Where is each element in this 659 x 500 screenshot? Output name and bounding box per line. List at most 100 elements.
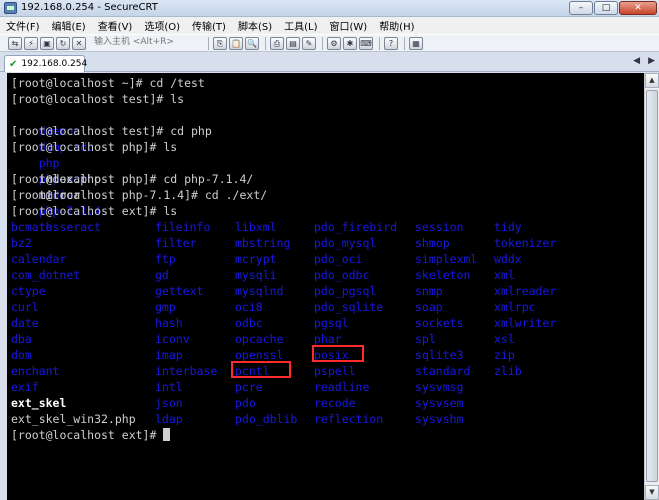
ext-entry: date bbox=[11, 316, 39, 330]
ext-entry: interbase bbox=[155, 364, 218, 378]
ext-entry: pgsql bbox=[314, 316, 349, 330]
ext-entry: ctype bbox=[11, 284, 46, 298]
ext-entry: exif bbox=[11, 380, 39, 394]
ext-entry: tokenizer bbox=[494, 236, 557, 250]
menu-transfer[interactable]: 传输(T) bbox=[192, 18, 226, 33]
ext-entry: filter bbox=[155, 236, 197, 250]
scroll-down-icon[interactable]: ▼ bbox=[645, 485, 659, 500]
ext-entry: readline bbox=[314, 380, 370, 394]
toolbar-separator bbox=[208, 36, 209, 50]
tab-scroll-right-icon[interactable]: ▶ bbox=[648, 56, 655, 66]
scroll-up-icon[interactable]: ▲ bbox=[645, 73, 659, 88]
menu-options[interactable]: 选项(O) bbox=[144, 18, 180, 33]
ext-entry: hash bbox=[155, 316, 183, 330]
terminal-screen[interactable]: [root@localhost ~]# cd /test [root@local… bbox=[7, 73, 644, 500]
terminal-prompt: [root@localhost ext]# bbox=[11, 427, 171, 443]
ext-entry: oci8 bbox=[235, 300, 263, 314]
toolbar-separator bbox=[379, 36, 380, 50]
ext-entry: tidy bbox=[494, 220, 522, 234]
copy-icon[interactable]: ⎘ bbox=[213, 36, 227, 50]
ext-entry: intl bbox=[155, 380, 183, 394]
toolbar: ⇆ ⚡ ▣ ↻ ✕ 输入主机 <Alt+R> ⎘ 📋 🔍 ⎙ ▤ ✎ ⚙ ✱ ⌨… bbox=[0, 34, 659, 52]
text-cursor bbox=[163, 428, 171, 441]
ext-entry: libxml bbox=[235, 220, 277, 234]
terminal-line: [root@localhost test]# cd php bbox=[11, 124, 212, 138]
menu-file[interactable]: 文件(F) bbox=[6, 18, 40, 33]
connected-check-icon: ✔ bbox=[9, 58, 18, 70]
host-input[interactable]: 输入主机 <Alt+R> bbox=[92, 36, 200, 50]
global-options-icon[interactable]: ✱ bbox=[343, 36, 357, 50]
ext-entry: json bbox=[155, 396, 183, 410]
ext-entry: enchant bbox=[11, 364, 60, 378]
ext-entry: xmlreader bbox=[494, 284, 557, 298]
ext-entry: opcache bbox=[235, 332, 284, 346]
menu-script[interactable]: 脚本(S) bbox=[238, 18, 272, 33]
ext-entry: sockets bbox=[415, 316, 464, 330]
ext-entry: spl bbox=[415, 332, 436, 346]
ext-entry: pdo_mysql bbox=[314, 236, 377, 250]
ext-entry: pdo_dblib bbox=[235, 412, 298, 426]
ext-entry: sysvshm bbox=[415, 412, 464, 426]
ext-entry: pdo_oci bbox=[314, 252, 363, 266]
terminal-line: [root@localhost php]# cd php-7.1.4/ bbox=[11, 172, 254, 186]
session-tab-strip: ✔ 192.168.0.254 ◀ ▶ bbox=[0, 53, 659, 72]
terminal-scrollbar[interactable]: ▲ ▼ bbox=[644, 73, 659, 500]
ext-entry: sysvmsg bbox=[415, 380, 464, 394]
help-icon[interactable]: ? bbox=[384, 36, 398, 50]
menu-help[interactable]: 帮助(H) bbox=[379, 18, 414, 33]
close-button[interactable]: ✕ bbox=[619, 1, 657, 15]
connect-tab-icon[interactable]: ▣ bbox=[40, 36, 54, 50]
ext-entry: gmp bbox=[155, 300, 176, 314]
ext-entry: snmp bbox=[415, 284, 443, 298]
ext-entry: pspell bbox=[314, 364, 356, 378]
session-tab[interactable]: ✔ 192.168.0.254 bbox=[4, 55, 87, 72]
ext-entry: skeleton bbox=[415, 268, 471, 282]
ext-entry: ldap bbox=[155, 412, 183, 426]
ext-entry: xsl bbox=[494, 332, 515, 346]
disconnect-icon[interactable]: ✕ bbox=[72, 36, 86, 50]
menu-tools[interactable]: 工具(L) bbox=[284, 18, 317, 33]
ext-entry: wddx bbox=[494, 252, 522, 266]
ext-entry: sysvsem bbox=[415, 396, 464, 410]
maximize-button[interactable]: □ bbox=[594, 1, 618, 15]
ext-entry: xml bbox=[494, 268, 515, 282]
menu-edit[interactable]: 编辑(E) bbox=[52, 18, 86, 33]
menu-view[interactable]: 查看(V) bbox=[98, 18, 133, 33]
ext-entry: session bbox=[415, 220, 464, 234]
print-setup-icon[interactable]: ▤ bbox=[286, 36, 300, 50]
find-icon[interactable]: 🔍 bbox=[245, 36, 259, 50]
ext-entry: ext_skel_win32.php bbox=[11, 412, 136, 426]
paste-icon[interactable]: 📋 bbox=[229, 36, 243, 50]
ext-entry: pdo_odbc bbox=[314, 268, 370, 282]
reconnect-icon[interactable]: ↻ bbox=[56, 36, 70, 50]
menu-window[interactable]: 窗口(W) bbox=[329, 18, 367, 33]
minimize-button[interactable]: – bbox=[569, 1, 593, 15]
ext-entry: pdo bbox=[235, 396, 256, 410]
ext-entry: pdo_pgsql bbox=[314, 284, 377, 298]
toolbar-separator bbox=[322, 36, 323, 50]
highlight-box-pcntl bbox=[231, 361, 291, 378]
tab-scroll-left-icon[interactable]: ◀ bbox=[633, 56, 640, 66]
ext-entry: calendar bbox=[11, 252, 67, 266]
keymap-icon[interactable]: ⌨ bbox=[359, 36, 373, 50]
scrollbar-thumb[interactable] bbox=[646, 90, 658, 482]
connect-icon[interactable]: ⇆ bbox=[8, 36, 22, 50]
window-title: 192.168.0.254 - SecureCRT bbox=[21, 2, 158, 13]
ext-entry: shmop bbox=[415, 236, 450, 250]
ext-entry: odbc bbox=[235, 316, 263, 330]
terminal-line: [root@localhost php-7.1.4]# cd ./ext/ bbox=[11, 188, 268, 202]
ext-entry: gd bbox=[155, 268, 169, 282]
print-icon[interactable]: ⎙ bbox=[270, 36, 284, 50]
ext-entry: zlib bbox=[494, 364, 522, 378]
ext-entry: xmlwriter bbox=[494, 316, 557, 330]
quick-connect-icon[interactable]: ⚡ bbox=[24, 36, 38, 50]
session-options-icon[interactable]: ⚙ bbox=[327, 36, 341, 50]
ext-entry: ftp bbox=[155, 252, 176, 266]
terminal-icon[interactable]: ▦ bbox=[409, 36, 423, 50]
ext-entry: sqlite3 bbox=[415, 348, 464, 362]
ext-entry: curl bbox=[11, 300, 39, 314]
log-icon[interactable]: ✎ bbox=[302, 36, 316, 50]
ext-entry: mysqli bbox=[235, 268, 277, 282]
ext-entry: recode bbox=[314, 396, 356, 410]
ext-entry: mbstring bbox=[235, 236, 291, 250]
